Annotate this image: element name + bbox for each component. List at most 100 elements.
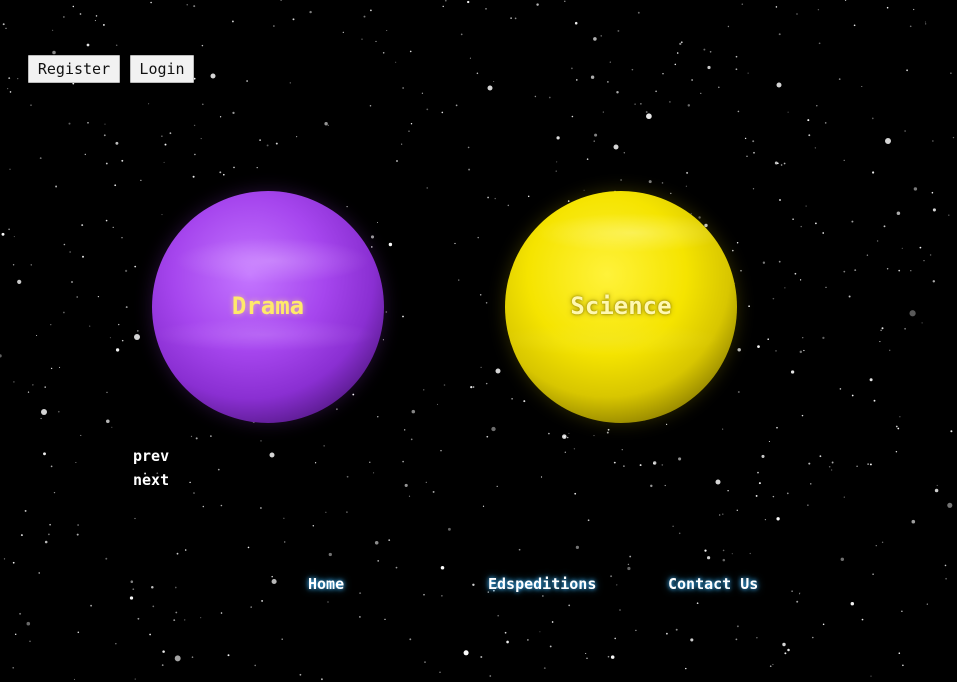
star (593, 140, 595, 142)
star (161, 214, 163, 216)
star (443, 384, 446, 386)
star (819, 455, 822, 458)
star (691, 79, 693, 81)
star (895, 450, 898, 453)
star (722, 428, 724, 430)
star (799, 279, 802, 281)
star (571, 67, 573, 70)
star (614, 637, 616, 640)
star (71, 281, 73, 283)
nav-contact-us-link[interactable]: Contact Us (668, 575, 758, 593)
star (14, 633, 17, 636)
star (932, 280, 936, 283)
star (593, 37, 597, 41)
star (105, 162, 108, 165)
star (111, 426, 113, 428)
star (32, 384, 34, 386)
star (39, 157, 42, 160)
star (487, 85, 493, 91)
star (784, 652, 787, 655)
star (369, 105, 372, 107)
star (395, 566, 398, 569)
star (370, 235, 375, 239)
planet-science[interactable]: Science (505, 191, 737, 423)
star (44, 386, 46, 388)
star (482, 505, 485, 507)
star (467, 146, 470, 149)
star (77, 524, 79, 526)
star (772, 663, 774, 666)
star (646, 113, 652, 120)
star (375, 40, 377, 42)
star (95, 15, 98, 17)
star (231, 20, 234, 23)
star (871, 117, 874, 120)
star (89, 325, 91, 327)
star (370, 9, 372, 12)
star (732, 249, 734, 252)
star (929, 254, 932, 256)
prev-link[interactable]: prev (133, 447, 169, 465)
star (736, 509, 739, 512)
star (746, 155, 748, 157)
star (778, 33, 781, 36)
star (576, 79, 578, 81)
star (542, 595, 544, 597)
star (444, 0, 447, 2)
login-button[interactable]: Login (130, 55, 194, 83)
star (568, 604, 571, 607)
star (895, 425, 898, 428)
star (909, 25, 912, 28)
star (840, 557, 845, 562)
star (869, 463, 872, 466)
star (376, 221, 379, 224)
star (149, 633, 151, 636)
star (872, 171, 875, 174)
star (902, 664, 904, 667)
star (134, 678, 136, 680)
star (377, 560, 380, 562)
star (8, 228, 10, 231)
star (44, 540, 48, 544)
star (495, 368, 501, 374)
star (7, 88, 9, 90)
star (5, 27, 7, 29)
star (105, 557, 108, 560)
star (447, 527, 451, 531)
star (562, 434, 567, 439)
planet-drama[interactable]: Drama (152, 191, 384, 423)
star (932, 208, 936, 212)
star (411, 409, 416, 414)
star (536, 3, 539, 6)
star (782, 642, 786, 647)
register-button[interactable]: Register (28, 55, 120, 83)
star (629, 555, 632, 558)
star (3, 558, 6, 560)
star (778, 260, 781, 263)
star (791, 590, 793, 592)
star (150, 1, 152, 4)
star (851, 394, 854, 397)
star (831, 461, 834, 464)
star (346, 205, 348, 208)
star (898, 652, 901, 654)
nav-edspeditions-link[interactable]: Edspeditions (488, 575, 596, 593)
next-link[interactable]: next (133, 471, 169, 489)
star (408, 130, 410, 133)
star (718, 86, 720, 89)
star (289, 82, 291, 84)
star (752, 188, 755, 190)
star (201, 44, 204, 47)
star (527, 195, 530, 198)
nav-home-link[interactable]: Home (308, 575, 344, 593)
star (12, 561, 15, 564)
star (640, 103, 642, 105)
star (0, 354, 2, 358)
star (296, 136, 298, 138)
star (936, 484, 938, 486)
star (911, 519, 916, 524)
star (30, 264, 32, 266)
star (947, 502, 953, 508)
star (772, 495, 775, 498)
star (828, 465, 831, 468)
